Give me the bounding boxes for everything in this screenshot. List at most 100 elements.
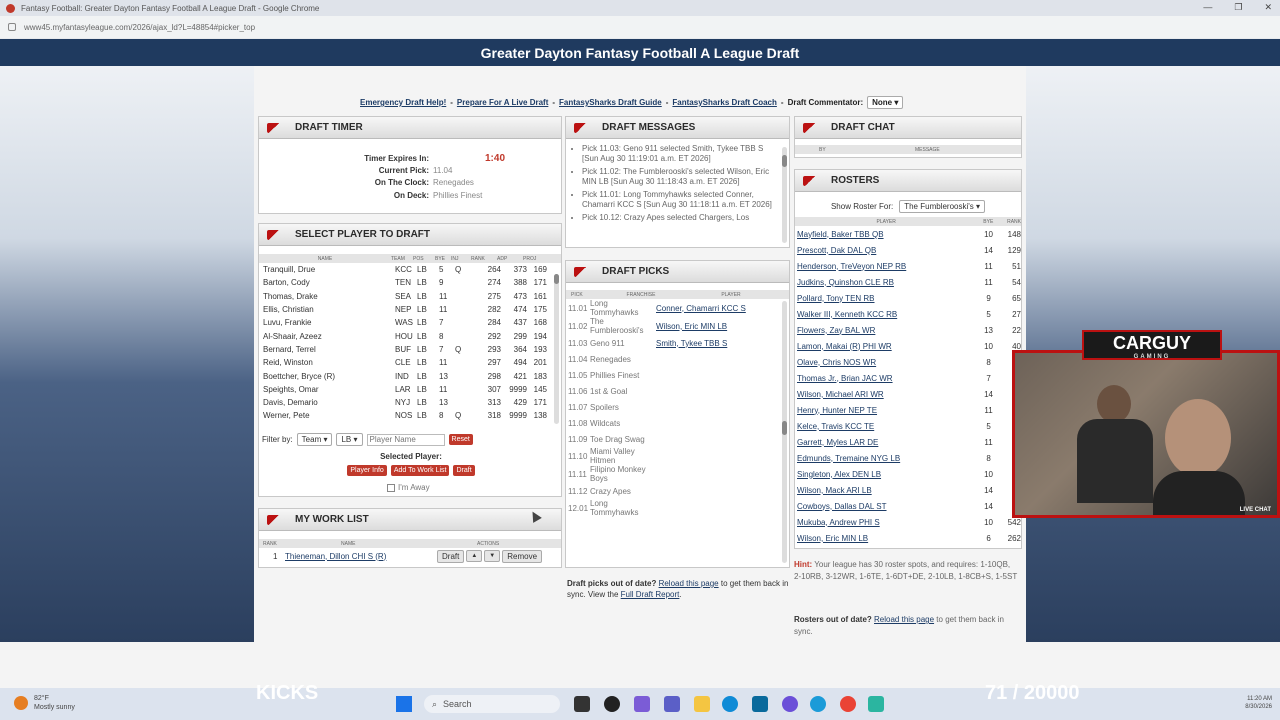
roster-row: Cowboys, Dallas DAL ST 14 [795,498,1021,514]
draft-button[interactable]: Draft [453,465,475,476]
add-to-work-list-button[interactable]: Add To Work List [390,465,450,476]
roster-player[interactable]: Flowers, Zay BAL WR [797,326,978,335]
roster-player[interactable]: Mayfield, Baker TBB QB [797,230,978,239]
move-up-button[interactable]: ▲ [466,550,483,562]
reload-picks-link[interactable]: Reload this page [659,579,719,588]
pick-player[interactable]: Conner, Chamarri KCC S [656,304,746,313]
work-list-draft-button[interactable]: Draft [437,549,465,563]
url-text[interactable]: www45.myfantasyleague.com/2026/ajax_ld?L… [24,23,255,32]
weather-widget[interactable]: 82°F Mostly sunny [14,694,75,712]
player-name-input[interactable] [366,433,445,446]
roster-player[interactable]: Wilson, Michael ARI WR [797,390,978,399]
minimize-icon[interactable]: — [1203,2,1212,13]
weather-temp: 82°F [34,695,49,702]
roster-bye: 6 [986,533,991,543]
taskbar-app-icon[interactable] [634,696,650,712]
teams-icon[interactable] [664,696,680,712]
pick-player[interactable]: Smith, Tykee TBB S [656,339,727,348]
picks-scrollbar[interactable] [782,301,787,563]
roster-player[interactable]: Singleton, Alex DEN LB [797,470,978,479]
roster-player[interactable]: Pollard, Tony TEN RB [797,294,978,303]
player-row[interactable]: Boettcher, Bryce (R) IND LB 13 298 421 183 [263,369,561,382]
player-list-scrollbar[interactable] [554,274,559,424]
chrome-icon[interactable] [840,696,856,712]
roster-player[interactable]: Olave, Chris NOS WR [797,358,978,367]
roster-player[interactable]: Walker III, Kenneth KCC RB [797,310,978,319]
away-checkbox[interactable] [387,483,395,492]
roster-player[interactable]: Garrett, Myles LAR DE [797,438,978,447]
roster-rank: 51 [1012,261,1021,271]
roster-player[interactable]: Wilson, Mack ARI LB [797,486,978,495]
on-deck-value: Phillies Finest [433,190,483,200]
player-row[interactable]: Werner, Pete NOS LB 8 Q 318 9999 138 [263,409,561,422]
taskbar-app-icon[interactable] [604,696,620,712]
team-filter-select[interactable]: Team ▾ [296,433,333,446]
roster-player[interactable]: Kelce, Travis KCC TE [797,422,978,431]
player-row[interactable]: Tranquill, Drue KCC LB 5 Q 264 373 169 [263,263,561,276]
roster-row: Lamon, Makai (R) PHI WR 10 40 [795,338,1021,354]
restore-icon[interactable]: ❐ [1234,2,1242,13]
link-emergency-help[interactable]: Emergency Draft Help! [360,98,446,107]
player-row[interactable]: Thomas, Drake SEA LB 11 275 473 161 [263,290,561,303]
site-info-icon[interactable] [8,23,16,31]
move-down-button[interactable]: ▼ [484,550,501,562]
window-controls: — ❐ ✕ [1203,2,1272,13]
messages-scrollbar[interactable] [782,147,787,243]
roster-player[interactable]: Thomas Jr., Brian JAC WR [797,374,978,383]
store-icon[interactable] [752,696,768,712]
edge-icon[interactable] [722,696,738,712]
player-row[interactable]: Davis, Demario NYJ LB 13 313 429 171 [263,396,561,409]
file-explorer-icon[interactable] [694,696,710,712]
roster-player[interactable]: Wilson, Eric MIN LB [797,534,978,543]
reset-button[interactable]: Reset [448,434,473,445]
roster-player[interactable]: Cowboys, Dallas DAL ST [797,502,978,511]
taskbar-app-icon[interactable] [868,696,884,712]
taskbar-app-icon[interactable] [782,696,798,712]
position-filter-select[interactable]: LB ▾ [336,433,363,446]
close-icon[interactable]: ✕ [1264,2,1272,13]
player-cell: 168 [533,318,547,328]
roster-player[interactable]: Prescott, Dak DAL QB [797,246,978,255]
pick-row: 11.09 Toe Drag Swag [566,431,789,447]
work-list-player[interactable]: Thieneman, Dillon CHI S (R) [285,552,437,561]
taskbar-app-icon[interactable] [810,696,826,712]
link-prepare-live[interactable]: Prepare For A Live Draft [457,98,548,107]
address-bar[interactable]: www45.myfantasyleague.com/2026/ajax_ld?L… [0,16,1280,38]
timer-countdown: 1:40 [485,153,506,164]
player-cell: 169 [533,265,547,275]
player-cell: CLE [395,358,411,368]
roster-player[interactable]: Henderson, TreVeyon NEP RB [797,262,978,271]
player-row[interactable]: Reid, Winston CLE LB 11 297 494 201 [263,356,561,369]
reload-rosters-link[interactable]: Reload this page [874,615,934,624]
pick-row: 11.03 Geno 911 Smith, Tykee TBB S [566,335,789,351]
windows-start-icon[interactable] [396,696,412,712]
taskbar-app-icon[interactable] [574,696,590,712]
player-row[interactable]: Bernard, Terrel BUF LB 7 Q 293 364 193 [263,343,561,356]
link-draft-coach[interactable]: FantasySharks Draft Coach [672,98,776,107]
roster-player[interactable]: Edmunds, Tremaine NYG LB [797,454,978,463]
taskbar-search[interactable]: ⌕ Search [424,695,560,713]
player-row[interactable]: Al-Shaair, Azeez HOU LB 8 292 299 194 [263,329,561,342]
roster-player[interactable]: Henry, Hunter NEP TE [797,406,978,415]
player-row[interactable]: Luvu, Frankie WAS LB 7 284 437 168 [263,316,561,329]
player-row[interactable]: Speights, Omar LAR LB 11 307 9999 145 [263,383,561,396]
full-draft-report-link[interactable]: Full Draft Report [621,590,680,599]
roster-player[interactable]: Lamon, Makai (R) PHI WR [797,342,978,351]
player-cell: 282 [487,305,501,315]
remove-button[interactable]: Remove [502,549,543,563]
away-toggle[interactable]: I'm Away [387,483,430,492]
link-draft-guide[interactable]: FantasySharks Draft Guide [559,98,662,107]
rosters-header: ROSTERS [795,170,1021,192]
roster-player[interactable]: Mukuba, Andrew PHI S [797,518,978,527]
pick-player[interactable]: Wilson, Eric MIN LB [656,322,727,331]
player-cell: Ellis, Christian [263,305,314,315]
player-cell: 8 [439,411,444,421]
roster-team-select[interactable]: The Fumblerooski's ▾ [899,200,986,213]
system-clock[interactable]: 11:20 AM 8/30/2026 [1245,695,1272,711]
player-info-button[interactable]: Player Info [347,465,387,476]
player-row[interactable]: Ellis, Christian NEP LB 11 282 474 175 [263,303,561,316]
player-row[interactable]: Barton, Cody TEN LB 9 274 388 171 [263,276,561,289]
roster-player[interactable]: Judkins, Quinshon CLE RB [797,278,978,287]
commentator-select[interactable]: None ▾ [867,96,904,109]
player-cell: LB [417,411,427,421]
